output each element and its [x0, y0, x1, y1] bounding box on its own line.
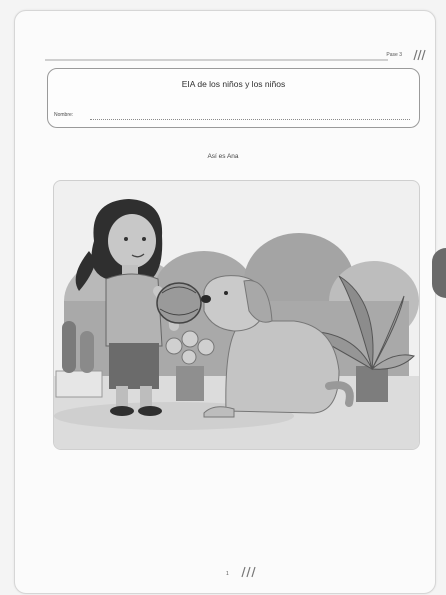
- girl-shorts: [109, 343, 159, 389]
- ball: [156, 282, 202, 324]
- girl-shoe-left: [110, 406, 134, 416]
- flower-2: [181, 330, 199, 348]
- footer-logo-icon: [241, 566, 256, 578]
- title-box: EIA de los niños y los niños Nombre:: [47, 68, 420, 128]
- page-number: 1: [226, 571, 229, 577]
- girl-shoe-right: [138, 406, 162, 416]
- logo-icon: [413, 49, 426, 61]
- plant-pot-right: [356, 366, 388, 402]
- cactus-2: [80, 331, 94, 373]
- name-field-label: Nombre:: [54, 112, 74, 118]
- girl-neck: [122, 265, 138, 275]
- worksheet-title: EIA de los niños y los niños: [181, 79, 286, 89]
- girl-eye-left: [124, 237, 128, 241]
- flower-pot: [176, 366, 204, 401]
- cactus-1: [62, 321, 76, 373]
- flower-4: [181, 349, 197, 365]
- girl-with-ball-and-dog-illustration: [54, 199, 419, 449]
- dog-nose: [201, 295, 211, 303]
- girl-eye-right: [142, 237, 146, 241]
- girl-face: [108, 214, 156, 268]
- girl-leg-left: [116, 386, 128, 408]
- flower-1: [165, 337, 183, 355]
- dog-body: [225, 320, 340, 414]
- planter-left: [55, 370, 103, 398]
- flower-3: [197, 338, 215, 356]
- girl-leg-right: [140, 386, 152, 408]
- side-tab-marker: [432, 248, 446, 298]
- header-rule: [45, 59, 388, 61]
- page-label: Pase 3: [386, 52, 402, 58]
- dog-eye: [224, 291, 228, 295]
- illustration-caption: Así es Ana: [207, 153, 239, 160]
- illustration-frame: [53, 180, 420, 450]
- name-field-line[interactable]: [90, 119, 410, 120]
- girl-shirt: [105, 273, 163, 347]
